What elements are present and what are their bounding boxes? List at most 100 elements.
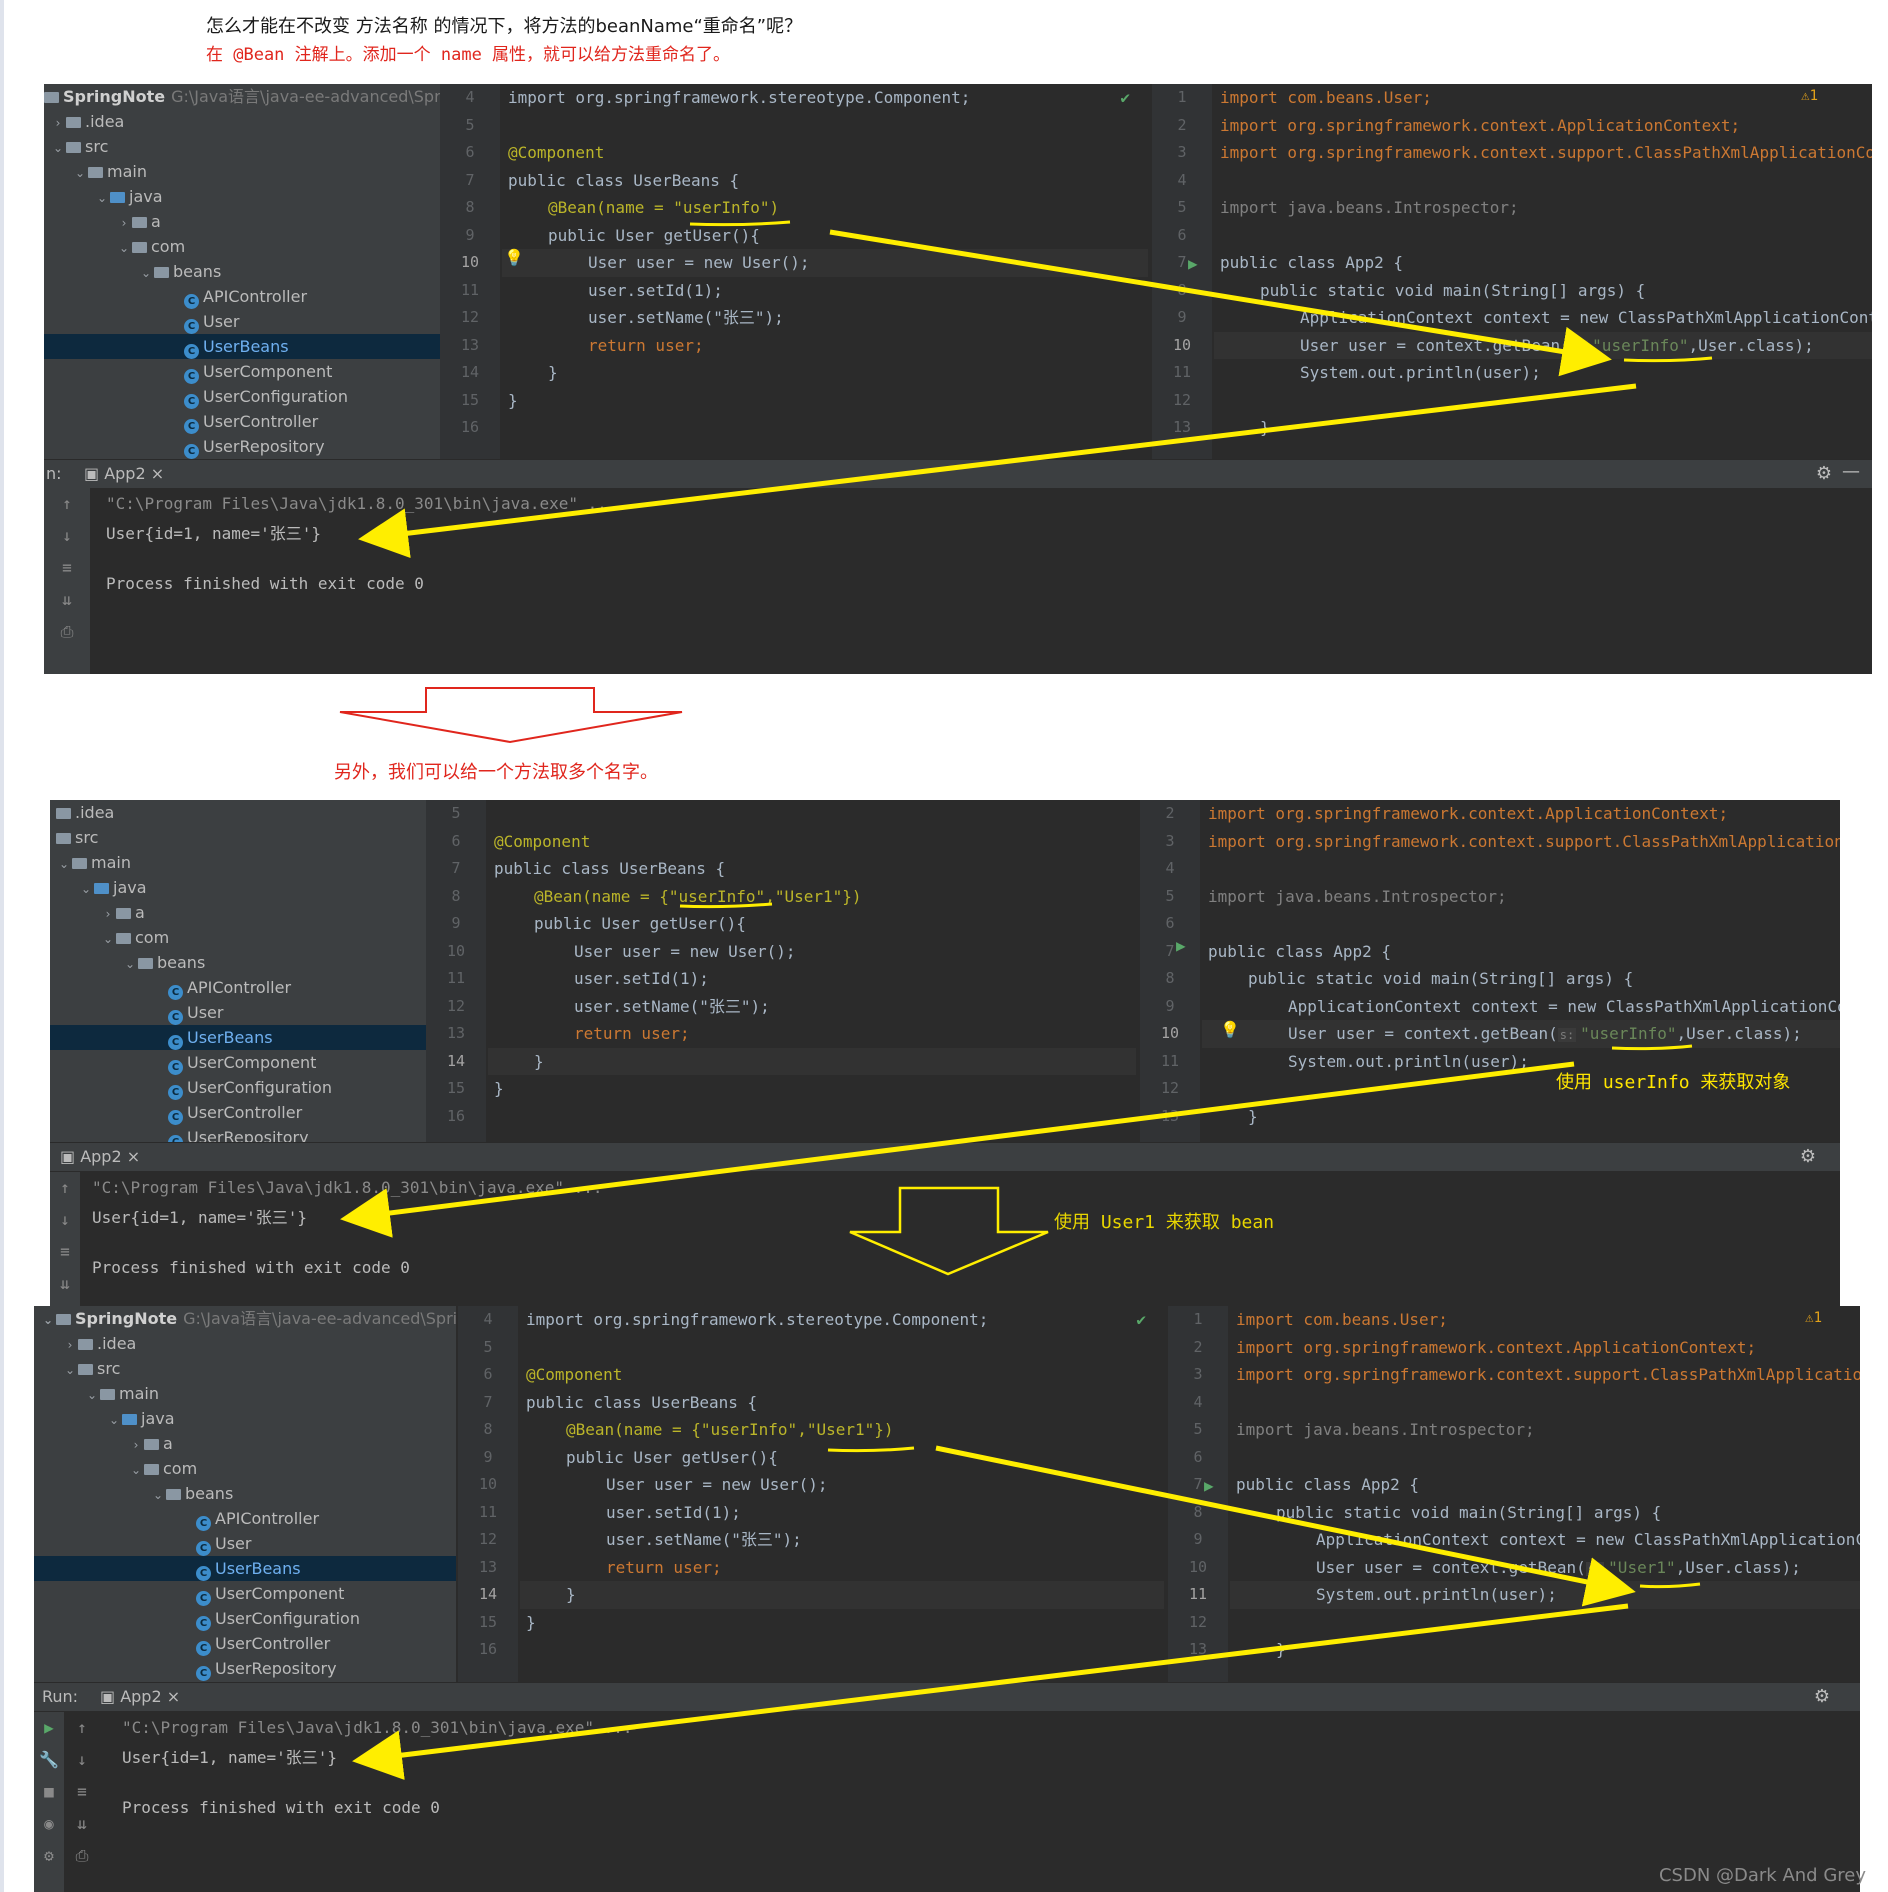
code-line: import org.springframework.context.Appli…: [1236, 1337, 1757, 1357]
project-root[interactable]: SpringNote G:\Java语言\java-ee-advanced\Spr…: [44, 84, 465, 109]
up-arrow-icon[interactable]: ↑: [66, 1712, 98, 1744]
code-line: import com.beans.User;: [1236, 1310, 1448, 1329]
gear-icon[interactable]: ⚙: [1814, 1683, 1830, 1711]
tree-item-java[interactable]: ⌄ java: [34, 1406, 456, 1431]
warning-icon[interactable]: ⚠1: [1805, 1310, 1822, 1326]
settings-icon[interactable]: ⚙: [34, 1840, 64, 1872]
tree-item-com[interactable]: ⌄ com: [50, 925, 426, 950]
tree-item-a[interactable]: › a: [34, 1431, 456, 1456]
lightbulb-icon[interactable]: 💡: [1220, 1020, 1240, 1039]
run-console[interactable]: ↑ ↓ ≡ ⇊ ⎙ "C:\Program Files\Java\jdk1.8.0_30…: [44, 488, 1872, 674]
wrap-icon[interactable]: ≡: [44, 552, 90, 584]
code-line: import org.springframework.context.suppo…: [1220, 143, 1872, 162]
tree-item-user[interactable]: C User: [34, 1531, 456, 1556]
up-arrow-icon[interactable]: ↑: [44, 488, 90, 520]
down-arrow-icon[interactable]: ↓: [50, 1204, 80, 1236]
gear-icon[interactable]: ⚙: [1800, 1143, 1816, 1171]
minimize-icon[interactable]: —: [1842, 458, 1860, 486]
tree-item-src[interactable]: ⌄ src: [44, 134, 440, 159]
tree-item-apicontroller[interactable]: C APIController: [44, 284, 440, 309]
lightbulb-icon[interactable]: 💡: [504, 248, 524, 267]
code-line: import org.springframework.context.suppo…: [1236, 1365, 1860, 1384]
class-icon: C: [196, 1566, 211, 1581]
wrap-icon[interactable]: ≡: [50, 1236, 80, 1268]
run-gutter-icon[interactable]: ▶: [1204, 1476, 1214, 1495]
tree-item-com[interactable]: ⌄ com: [34, 1456, 456, 1481]
folder-icon: [100, 1389, 115, 1400]
folder-icon: [56, 1314, 71, 1325]
print-icon[interactable]: ⎙: [44, 616, 90, 648]
tree-item-com[interactable]: ⌄ com: [44, 234, 440, 259]
tree-item-idea[interactable]: › .idea: [44, 109, 440, 134]
tree-item-userbeans[interactable]: C UserBeans: [44, 334, 440, 359]
project-tree: SpringNote G:\Java语言\java-ee-advanced\Spr…: [44, 84, 465, 459]
tree-item-usercomponent[interactable]: C UserComponent: [44, 359, 440, 384]
tree-item-beans[interactable]: ⌄ beans: [44, 259, 440, 284]
tree-item-usercontroller[interactable]: C UserController: [50, 1100, 426, 1125]
tree-item-usercontroller[interactable]: C UserController: [44, 409, 440, 434]
tree-item-userrepository[interactable]: CUserRepository: [34, 1656, 456, 1681]
tree-item-usercontroller[interactable]: C UserController: [34, 1631, 456, 1656]
tree-item-userconfiguration[interactable]: C UserConfiguration: [34, 1606, 456, 1631]
class-icon: C: [168, 1110, 183, 1125]
editor-app2[interactable]: 1 2 3 4 5 6 7 8 9 10 11 12 13 import com.beans.User;…: [1168, 1306, 1860, 1682]
tree-item-usercomponent[interactable]: C UserComponent: [50, 1050, 426, 1075]
tree-item-idea[interactable]: › .idea: [34, 1331, 456, 1356]
run-console[interactable]: ▶ 🔧 ■ ◉ ⚙ ↑ ↓ ≡ ⇊ ⎙ "C:\Program Files\Java\jdk1.…: [34, 1712, 1860, 1892]
tree-item-userrepository[interactable]: CUserRepository: [44, 434, 440, 459]
scroll-end-icon[interactable]: ⇊: [50, 1268, 80, 1300]
scroll-end-icon[interactable]: ⇊: [44, 584, 90, 616]
tree-item-userbeans[interactable]: C UserBeans: [34, 1556, 456, 1581]
tree-item-src[interactable]: ⌄ src: [34, 1356, 456, 1381]
tree-item-main[interactable]: ⌄ main: [34, 1381, 456, 1406]
tree-item-main[interactable]: ⌄ main: [44, 159, 440, 184]
run-gutter-icon[interactable]: ▶: [1176, 936, 1186, 955]
tree-item-main[interactable]: ⌄ main: [50, 850, 426, 875]
run-icon[interactable]: ▶: [34, 1712, 64, 1744]
tree-item-src[interactable]: src: [50, 825, 426, 850]
up-arrow-icon[interactable]: ↑: [50, 1172, 80, 1204]
editor-userbeans[interactable]: 5 6 7 8 9 10 11 12 13 14 15 16 @Component public cl…: [426, 800, 1136, 1142]
code-line: public class App2 {: [1236, 1475, 1420, 1494]
tree-item-beans[interactable]: ⌄ beans: [50, 950, 426, 975]
run-gutter-icon[interactable]: ▶: [1188, 254, 1198, 273]
stop-icon[interactable]: ■: [34, 1776, 64, 1808]
editor-userbeans[interactable]: 4 5 6 7 8 9 10 11 12 13 14 15 16 import org.springfr…: [458, 1306, 1164, 1682]
gear-icon[interactable]: ⚙: [1816, 460, 1832, 488]
warning-icon[interactable]: ⚠1: [1801, 88, 1818, 104]
tree-item-apicontroller[interactable]: C APIController: [50, 975, 426, 1000]
tree-item-beans[interactable]: ⌄ beans: [34, 1481, 456, 1506]
tree-item-java[interactable]: ⌄ java: [44, 184, 440, 209]
tree-item-user[interactable]: C User: [44, 309, 440, 334]
wrench-icon[interactable]: 🔧: [34, 1744, 64, 1776]
down-arrow-icon[interactable]: ↓: [66, 1744, 98, 1776]
tree-item-userconfiguration[interactable]: C UserConfiguration: [50, 1075, 426, 1100]
code-line: ApplicationContext context = new ClassPa…: [1300, 308, 1872, 327]
run-tab-app2[interactable]: ▣ App2 ×: [100, 1683, 180, 1711]
tree-item-a[interactable]: › a: [50, 900, 426, 925]
tree-item-a[interactable]: › a: [44, 209, 440, 234]
project-root[interactable]: ⌄ SpringNote G:\Java语言\java-ee-advanced\Sp…: [34, 1306, 477, 1331]
tree-item-userconfiguration[interactable]: C UserConfiguration: [44, 384, 440, 409]
tree-item-user[interactable]: C User: [50, 1000, 426, 1025]
tree-item-usercomponent[interactable]: C UserComponent: [34, 1581, 456, 1606]
tree-item-idea[interactable]: .idea: [50, 800, 426, 825]
editor-app2[interactable]: 1 2 3 4 5 6 7 8 9 10 11 12 13 import com.beans.User;…: [1152, 84, 1872, 459]
wrap-icon[interactable]: ≡: [66, 1776, 98, 1808]
run-tab-app2[interactable]: ▣ App2 ×: [84, 460, 164, 488]
code-line: }: [548, 363, 558, 382]
tree-item-userbeans[interactable]: C UserBeans: [50, 1025, 426, 1050]
page-left-border: [0, 0, 4, 1892]
editor-userbeans[interactable]: 4 5 6 7 8 9 10 11 12 13 14 15 16 import org.springfr…: [440, 84, 1148, 459]
project-tree: .idea src ⌄ main ⌄ java › a ⌄ com ⌄ beans C AP…: [50, 800, 426, 1150]
down-arrow-icon[interactable]: ↓: [44, 520, 90, 552]
scroll-end-icon[interactable]: ⇊: [66, 1808, 98, 1840]
camera-icon[interactable]: ◉: [34, 1808, 64, 1840]
run-tab-app2[interactable]: ▣ App2 ×: [60, 1143, 140, 1171]
class-icon: C: [196, 1666, 211, 1681]
print-icon[interactable]: ⎙: [66, 1840, 98, 1872]
tree-item-java[interactable]: ⌄ java: [50, 875, 426, 900]
ide-screenshot-3: ⌄ SpringNote G:\Java语言\java-ee-advanced\Sp…: [34, 1306, 1860, 1892]
run-console[interactable]: ↑ ↓ ≡ ⇊ "C:\Program Files\Java\jdk1.8.0_301…: [50, 1172, 1840, 1308]
tree-item-apicontroller[interactable]: C APIController: [34, 1506, 456, 1531]
